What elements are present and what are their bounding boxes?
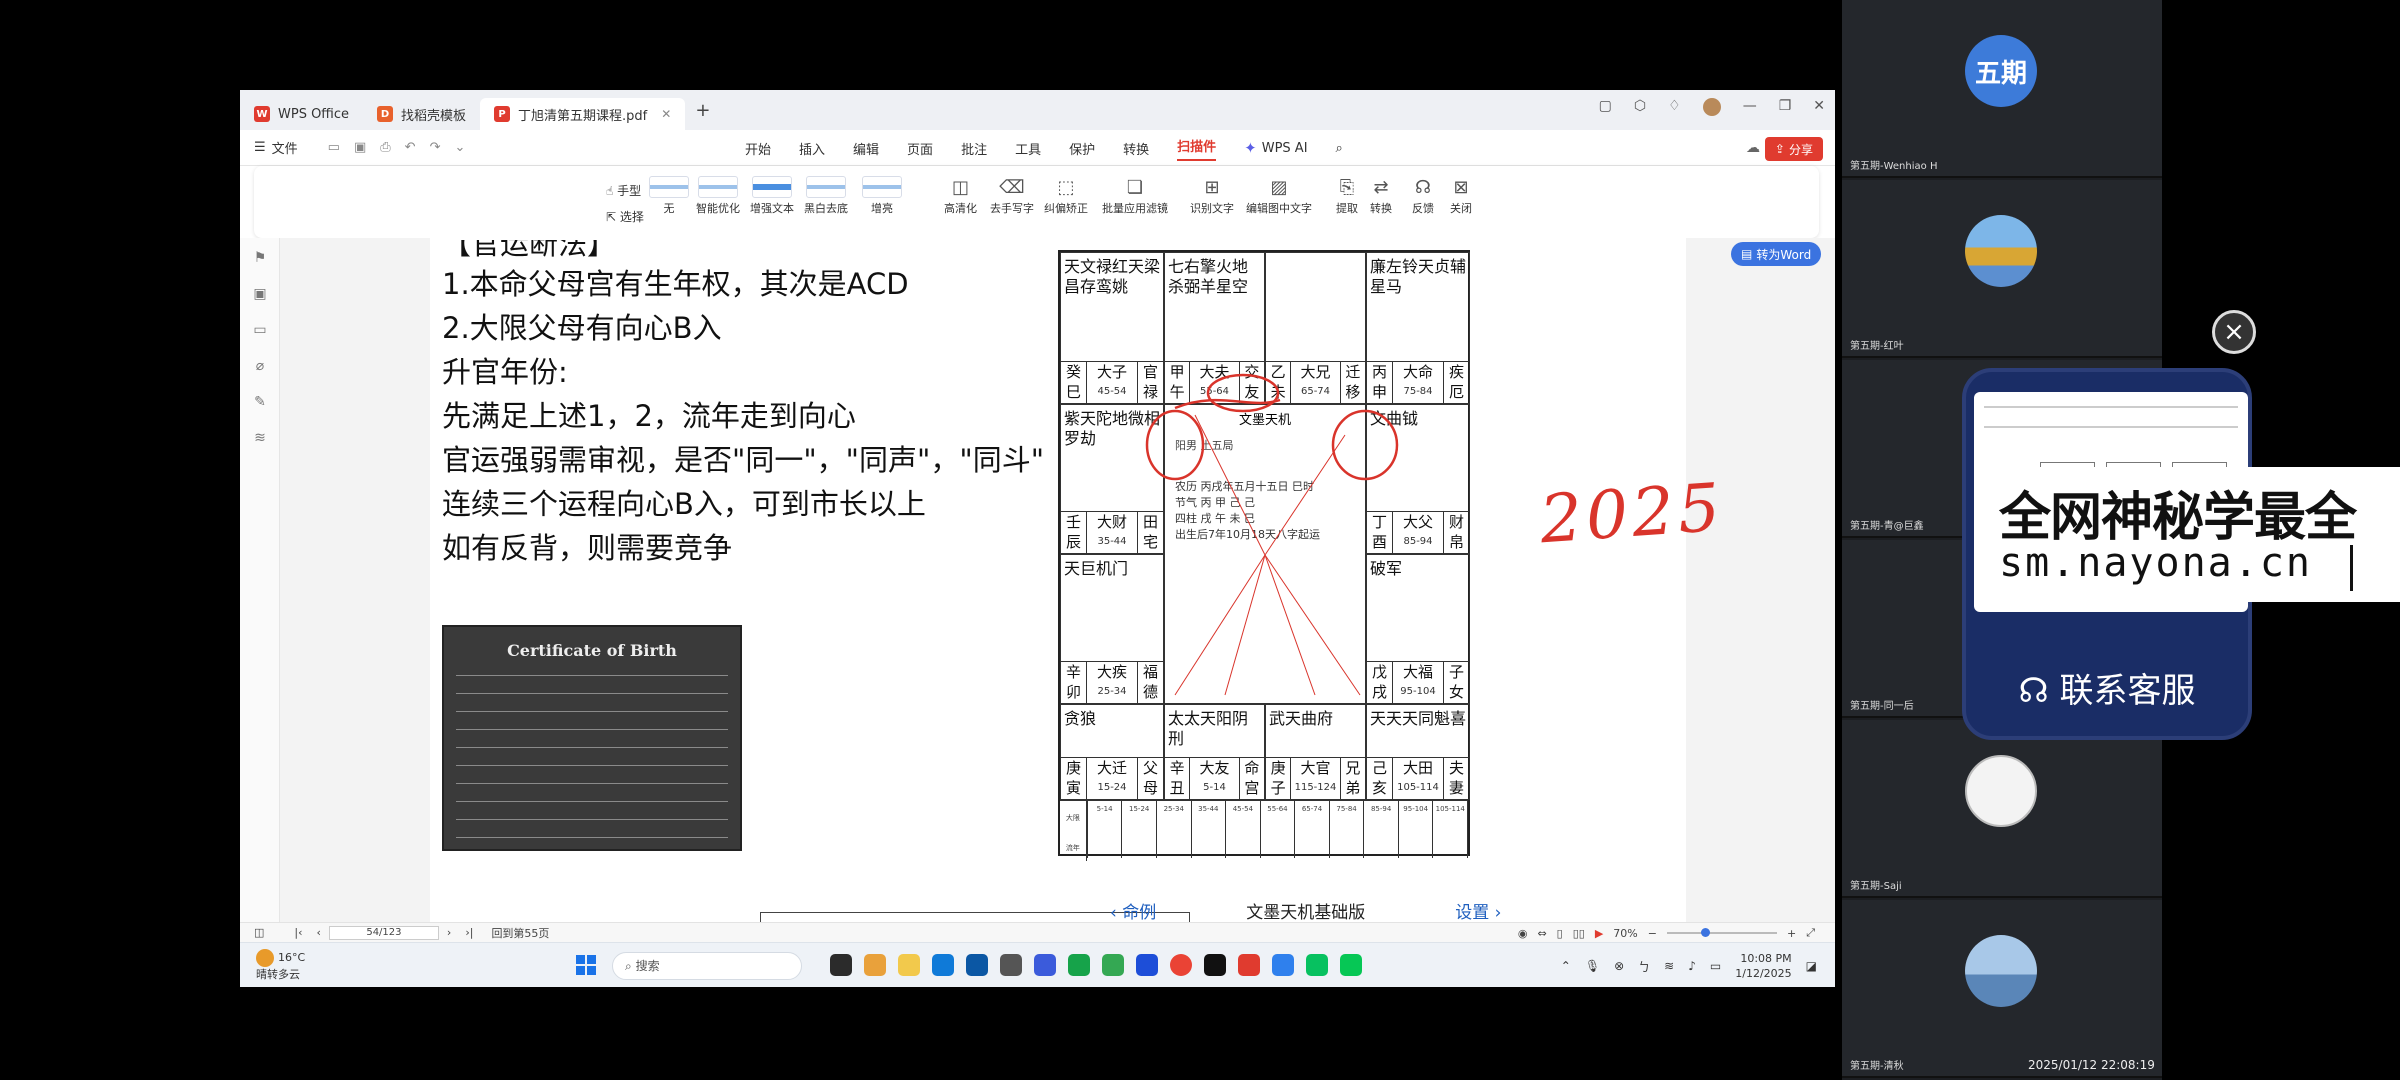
app-icon[interactable] (1136, 954, 1158, 976)
fullscreen-icon[interactable]: ⤢ (1806, 926, 1815, 940)
avatar (1965, 755, 2037, 827)
wechat-icon[interactable] (1306, 954, 1328, 976)
advert-banner: 全网神秘学最全 sm.nayona.cn (1995, 467, 2400, 602)
handwritten-year: 2025 (1537, 468, 1727, 559)
notification-icon[interactable]: ◪ (1806, 959, 1817, 973)
settings-link[interactable]: 设置 › (1455, 898, 1501, 923)
app-icon[interactable] (1034, 954, 1056, 976)
chevron-up-icon[interactable]: ⌃ (1561, 959, 1571, 973)
advert-headline: 全网神秘学最全 (1999, 488, 2357, 548)
mic-icon[interactable]: 🎙 (1585, 959, 1600, 973)
customer-service[interactable]: ☊ 联系客服 (1966, 663, 2248, 712)
copilot-icon[interactable] (864, 954, 886, 976)
recording-timestamp: 2025/01/12 22:08:19 (2028, 1058, 2155, 1072)
zoom-out-icon[interactable]: − (1648, 927, 1657, 940)
eye-icon[interactable]: ◉ (1518, 927, 1528, 940)
app-tray-icon[interactable]: ⊗ (1614, 959, 1624, 973)
system-tray: ⌃ 🎙 ⊗ ㄅ ≋ ♪ ▭ 10:08 PM 1/12/2025 ◪ (1561, 951, 1817, 981)
next-page-icon[interactable]: › (447, 926, 451, 939)
participant-name: 第五期-清秋 (1850, 1061, 1904, 1072)
stage: W WPS Office D 找稻壳模板 P 丁旭清第五期课程.pdf ✕ + … (0, 0, 2400, 1080)
first-page-icon[interactable]: |‹ (294, 926, 302, 939)
participant-tile[interactable]: 五期 第五期-Wenhiao H (1842, 0, 2162, 178)
capcut-icon[interactable] (1204, 954, 1226, 976)
chrome-icon[interactable] (1170, 954, 1192, 976)
single-page-icon[interactable]: ▯ (1557, 927, 1563, 940)
participant-name: 第五期-Wenhiao H (1850, 161, 1938, 172)
participant-tile[interactable]: 第五期-Saji (1842, 720, 2162, 898)
fit-width-icon[interactable]: ⇔ (1537, 927, 1546, 940)
zoom-knob[interactable] (1700, 928, 1710, 937)
headset-icon: ☊ (2018, 671, 2049, 711)
edge-icon[interactable] (932, 954, 954, 976)
app-icon[interactable] (1272, 954, 1294, 976)
thumb-line (1984, 426, 2238, 428)
search-icon: ⌕ (625, 959, 632, 973)
weather-widget[interactable]: 16°C 晴转多云 (256, 949, 305, 982)
text-caret (2350, 545, 2353, 591)
win-pane (576, 966, 585, 975)
settings-label: 设置 (1455, 903, 1490, 923)
back-label: 命例 (1122, 903, 1157, 923)
battery-icon[interactable]: ▭ (1710, 959, 1721, 973)
clock[interactable]: 10:08 PM 1/12/2025 (1735, 951, 1791, 981)
lang-icon[interactable]: ㄅ (1638, 958, 1650, 975)
win-pane (587, 955, 596, 964)
participant-tile[interactable]: 第五期-清秋 (1842, 900, 2162, 1078)
preview-bar: ‹ 命例 文墨天机基础版 设置 › (1110, 898, 1501, 923)
sidebar-toggle-icon[interactable]: ◫ (254, 926, 264, 939)
volume-icon[interactable]: ♪ (1688, 959, 1696, 973)
wifi-icon[interactable]: ≋ (1664, 959, 1674, 973)
temperature: 16°C (278, 951, 306, 964)
app-icon[interactable] (1102, 954, 1124, 976)
page-number-input[interactable]: 54/123 (328, 925, 439, 940)
avatar (1965, 935, 2037, 1007)
zoom-level[interactable]: 70% (1613, 927, 1637, 940)
weather-text: 晴转多云 (256, 968, 300, 981)
double-page-icon[interactable]: ▯▯ (1573, 927, 1585, 940)
avatar (1965, 215, 2037, 287)
participant-name: 第五期-同一后 (1850, 701, 1914, 712)
folder-icon[interactable] (898, 954, 920, 976)
windows-taskbar: 16°C 晴转多云 ⌕ 搜索 ⌃ 🎙 ⊗ ㄅ ≋ ♪ ▭ 10:08 PM 1/… (240, 942, 1835, 987)
app-icon[interactable] (1000, 954, 1022, 976)
advert-url: sm.nayona.cn (1999, 540, 2312, 586)
zoom-controls: ◉ ⇔ ▯ ▯▯ ▶ 70% − + ⤢ (1518, 926, 1815, 940)
prev-page-icon[interactable]: ‹ (317, 926, 321, 939)
back-link[interactable]: ‹ 命例 (1110, 898, 1156, 923)
weather-icon (256, 949, 274, 967)
zoom-in-icon[interactable]: + (1787, 927, 1796, 940)
search-label: 搜索 (635, 959, 660, 973)
ink-circle (1206, 373, 1280, 413)
preview-title: 文墨天机基础版 (1246, 903, 1366, 923)
win-pane (576, 955, 585, 964)
play-icon[interactable]: ▶ (1595, 927, 1603, 940)
goto-page-link[interactable]: 回到第55页 (491, 925, 549, 941)
win-pane (587, 966, 596, 975)
service-label: 联系客服 (2059, 671, 2196, 711)
participant-name: 第五期-Saji (1850, 881, 1902, 892)
last-page-icon[interactable]: ›| (465, 926, 473, 939)
xbox-icon[interactable] (1068, 954, 1090, 976)
close-ad-button[interactable]: × (2212, 310, 2256, 354)
app-icon[interactable] (830, 954, 852, 976)
taskbar-apps (830, 954, 1362, 976)
participant-name: 第五期-青@巨鑫 (1850, 521, 1924, 532)
ink-circle (1145, 409, 1205, 481)
store-icon[interactable] (966, 954, 988, 976)
ink-circle (1331, 409, 1399, 481)
avatar: 五期 (1965, 35, 2037, 107)
participant-name: 第五期-红叶 (1850, 341, 1904, 352)
clock-date: 1/12/2025 (1735, 967, 1792, 980)
shared-screen: W WPS Office D 找稻壳模板 P 丁旭清第五期课程.pdf ✕ + … (240, 90, 1835, 987)
start-button[interactable] (576, 955, 596, 975)
taskbar-search[interactable]: ⌕ 搜索 (612, 952, 802, 980)
thumb-line (1984, 406, 2238, 408)
wps-icon[interactable] (1238, 954, 1260, 976)
zoom-slider[interactable] (1666, 928, 1777, 937)
participant-tile[interactable]: 第五期-红叶 (1842, 180, 2162, 358)
line-icon[interactable] (1340, 954, 1362, 976)
status-bar: ◫ |‹ ‹ 54/123 › ›| 回到第55页 ◉ ⇔ ▯ ▯▯ ▶ 70%… (240, 922, 1835, 942)
clock-time: 10:08 PM (1740, 952, 1792, 965)
